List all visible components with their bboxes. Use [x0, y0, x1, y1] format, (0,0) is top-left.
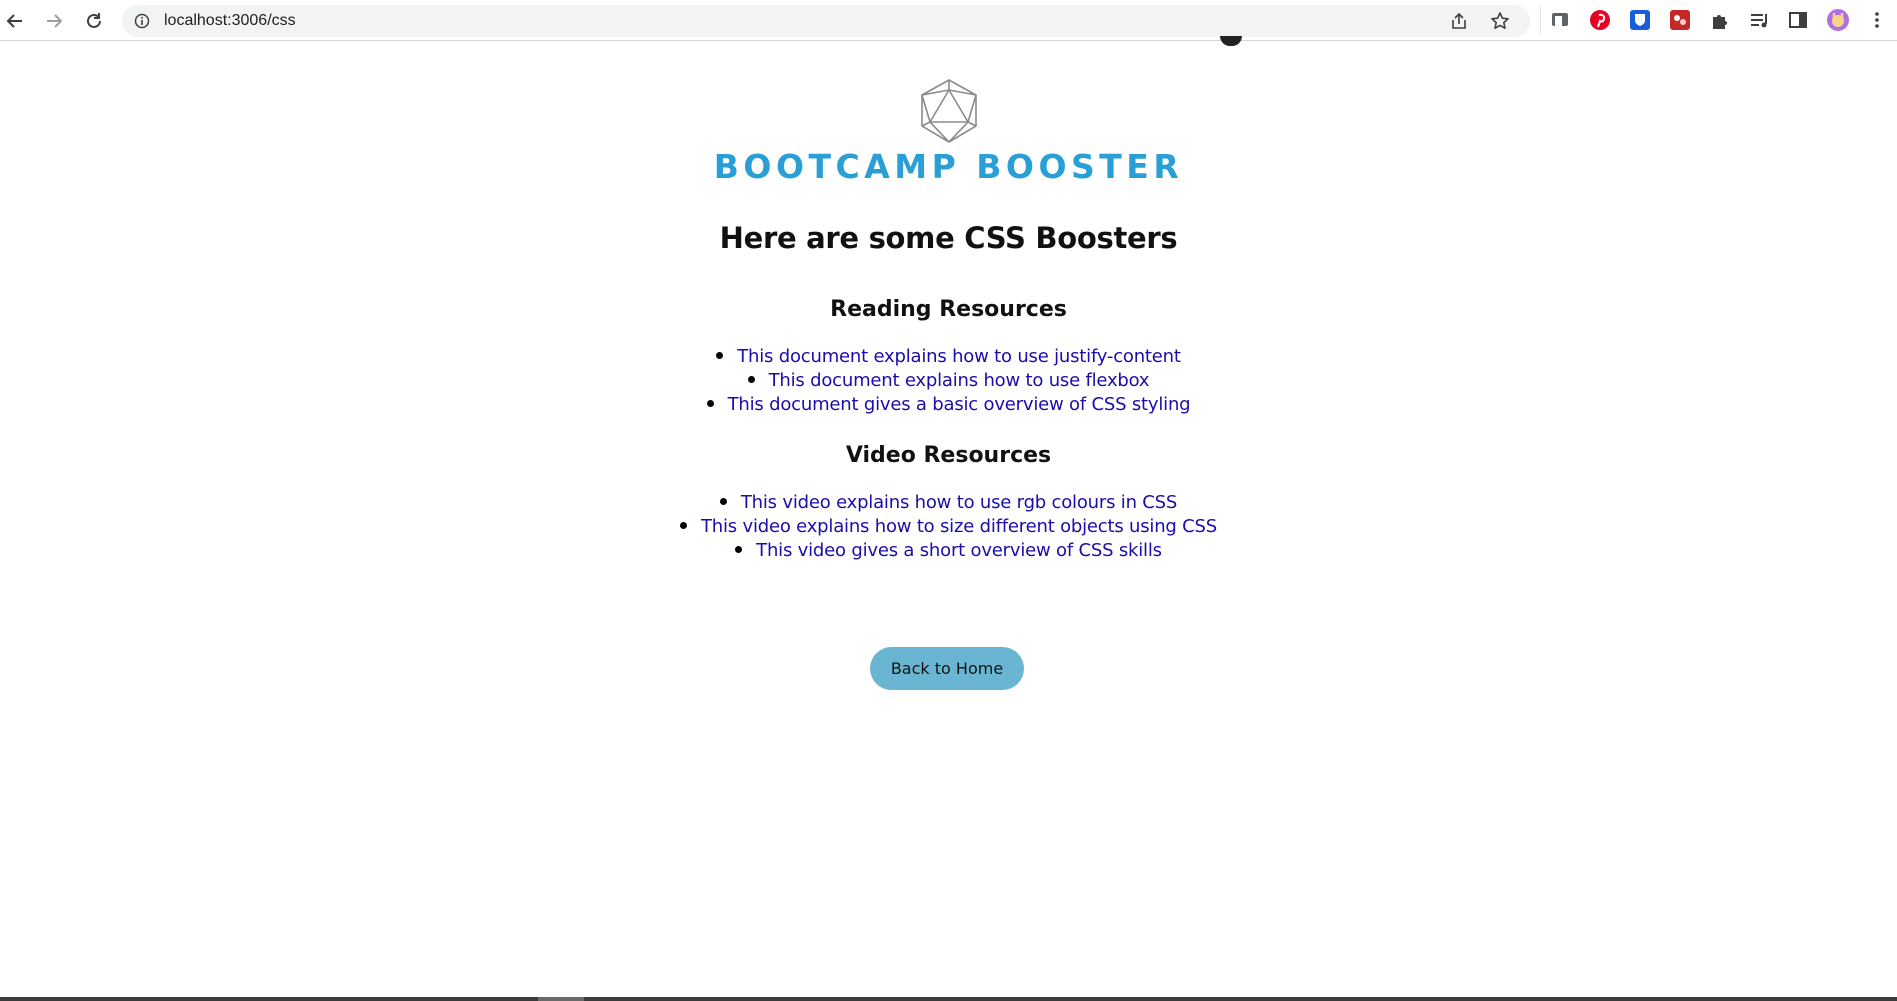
- page-title: Here are some CSS Boosters: [719, 221, 1178, 255]
- reading-resources-list: This document explains how to use justif…: [0, 345, 1897, 417]
- bullet-icon: [719, 498, 727, 505]
- reading-link[interactable]: This document gives a basic overview of …: [728, 394, 1191, 415]
- bitwarden-icon[interactable]: [1629, 9, 1651, 31]
- icosahedron-logo-icon: [920, 79, 977, 143]
- profile-avatar[interactable]: [1827, 9, 1849, 31]
- bullet-icon: [716, 352, 724, 359]
- reload-icon[interactable]: [81, 8, 107, 34]
- partial-graphic: [1220, 36, 1242, 46]
- reading-resources-title: Reading Resources: [830, 297, 1067, 322]
- bookmark-star-icon[interactable]: [1490, 11, 1510, 31]
- list-item: This video explains how to size differen…: [0, 515, 1897, 539]
- logo-wordmark: BOOTCAMP BOOSTER: [713, 147, 1184, 186]
- list-item: This video gives a short overview of CSS…: [0, 539, 1897, 563]
- list-item: This video explains how to use rgb colou…: [0, 491, 1897, 515]
- red-extension-icon[interactable]: [1669, 9, 1691, 31]
- video-link[interactable]: This video explains how to size differen…: [701, 516, 1217, 537]
- bullet-icon: [747, 376, 755, 383]
- video-link[interactable]: This video explains how to use rgb colou…: [741, 492, 1177, 513]
- pinterest-icon[interactable]: [1589, 9, 1611, 31]
- forward-arrow-icon[interactable]: [41, 8, 67, 34]
- taskbar-segment: [538, 997, 584, 1001]
- reading-link[interactable]: This document explains how to use flexbo…: [769, 370, 1150, 391]
- bullet-icon: [679, 522, 687, 529]
- toolbar-separator: [1540, 6, 1541, 34]
- list-item: This document explains how to use flexbo…: [0, 369, 1897, 393]
- taskbar-strip: [0, 997, 1897, 1001]
- url-text[interactable]: localhost:3006/css: [164, 5, 296, 37]
- side-panel-icon[interactable]: [1787, 9, 1809, 31]
- browser-toolbar: localhost:3006/css: [0, 0, 1897, 41]
- screencast-extension-icon[interactable]: [1549, 9, 1571, 31]
- site-info-icon[interactable]: [134, 13, 150, 29]
- extensions-puzzle-icon[interactable]: [1709, 9, 1731, 31]
- address-bar[interactable]: localhost:3006/css: [122, 5, 1530, 37]
- reading-list-icon[interactable]: [1748, 9, 1770, 31]
- more-menu-icon[interactable]: [1866, 9, 1888, 31]
- video-resources-list: This video explains how to use rgb colou…: [0, 491, 1897, 563]
- list-item: This document gives a basic overview of …: [0, 393, 1897, 417]
- video-resources-title: Video Resources: [845, 443, 1052, 468]
- bullet-icon: [735, 546, 743, 553]
- bootcamp-booster-logo: BOOTCAMP BOOSTER: [0, 78, 1897, 186]
- page-content: BOOTCAMP BOOSTER Here are some CSS Boost…: [0, 36, 1897, 997]
- bullet-icon: [706, 400, 714, 407]
- reading-link[interactable]: This document explains how to use justif…: [737, 346, 1181, 367]
- back-arrow-icon[interactable]: [2, 8, 28, 34]
- list-item: This document explains how to use justif…: [0, 345, 1897, 369]
- share-icon[interactable]: [1450, 12, 1468, 30]
- video-link[interactable]: This video gives a short overview of CSS…: [756, 540, 1162, 561]
- back-to-home-button[interactable]: Back to Home: [870, 647, 1024, 690]
